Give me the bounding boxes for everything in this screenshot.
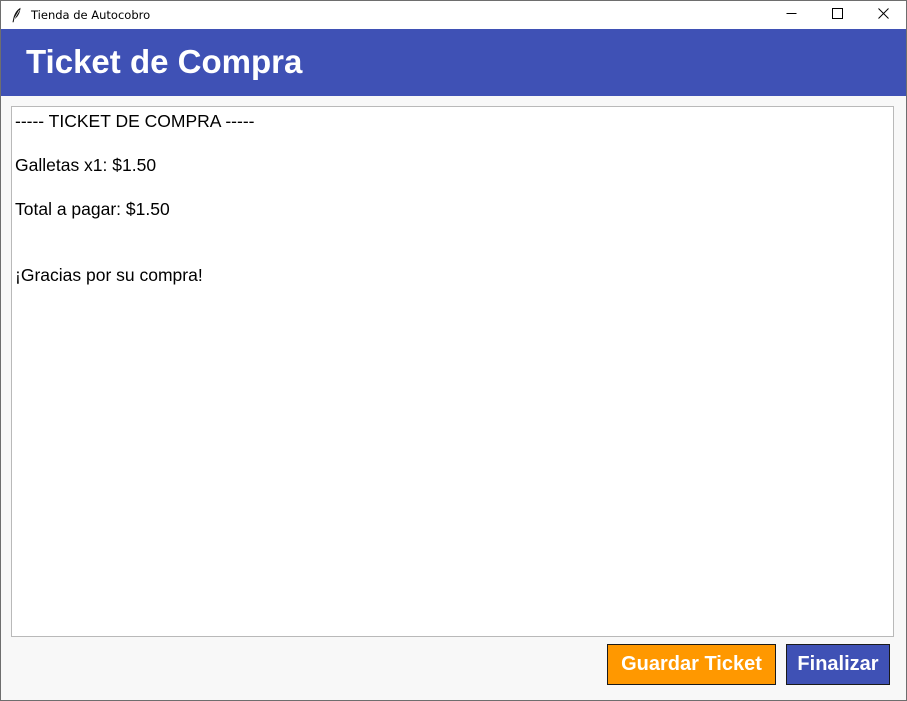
ticket-heading-line: ----- TICKET DE COMPRA ----- [15, 111, 255, 131]
save-ticket-button[interactable]: Guardar Ticket [607, 644, 776, 685]
ticket-item-line: Galletas x1: $1.50 [15, 155, 157, 175]
page-title: Ticket de Compra [26, 43, 303, 80]
feather-icon [11, 7, 23, 23]
ticket-textbox[interactable]: ----- TICKET DE COMPRA ----- Galletas x1… [11, 106, 894, 637]
minimize-icon [786, 6, 797, 24]
ticket-thanks-line: ¡Gracias por su compra! [15, 265, 203, 285]
minimize-button[interactable] [768, 1, 814, 29]
close-button[interactable] [860, 1, 906, 29]
title-bar[interactable]: Tienda de Autocobro [1, 1, 906, 29]
window-title: Tienda de Autocobro [31, 8, 151, 22]
maximize-button[interactable] [814, 1, 860, 29]
finish-button[interactable]: Finalizar [786, 644, 890, 685]
close-icon [877, 6, 889, 24]
page-header: Ticket de Compra [1, 29, 906, 96]
ticket-total-line: Total a pagar: $1.50 [15, 199, 170, 219]
maximize-icon [831, 6, 843, 24]
app-window: Tienda de Autocobro Ticket de Compra ---… [0, 0, 907, 701]
